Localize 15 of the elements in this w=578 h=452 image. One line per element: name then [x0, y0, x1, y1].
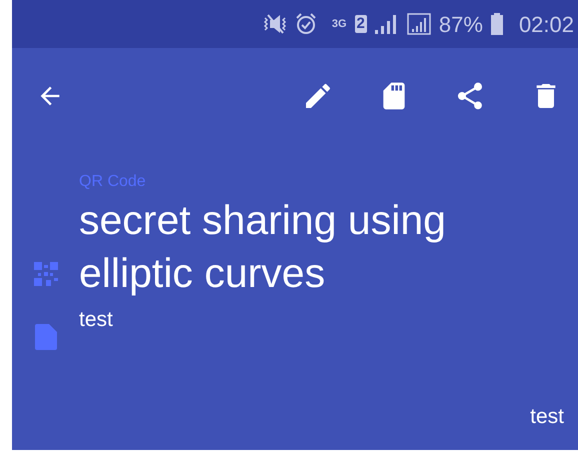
qr-code-icon — [34, 262, 58, 286]
file-icon — [34, 324, 56, 350]
item-note: test — [79, 307, 114, 333]
alarm-icon — [296, 13, 316, 35]
battery-icon — [490, 13, 503, 35]
battery-percent: 87% — [438, 10, 483, 38]
item-title: secret sharing using elliptic curves — [79, 196, 447, 298]
type-label: QR Code — [79, 172, 147, 192]
signal-icon — [374, 14, 399, 34]
signal-icon — [406, 13, 431, 35]
sim-number: 2 — [354, 15, 367, 33]
network-type: 3G — [332, 18, 347, 30]
footer-text: test — [530, 404, 564, 430]
clock-time: 02:02 — [518, 10, 574, 38]
vibrate-icon — [262, 14, 288, 34]
